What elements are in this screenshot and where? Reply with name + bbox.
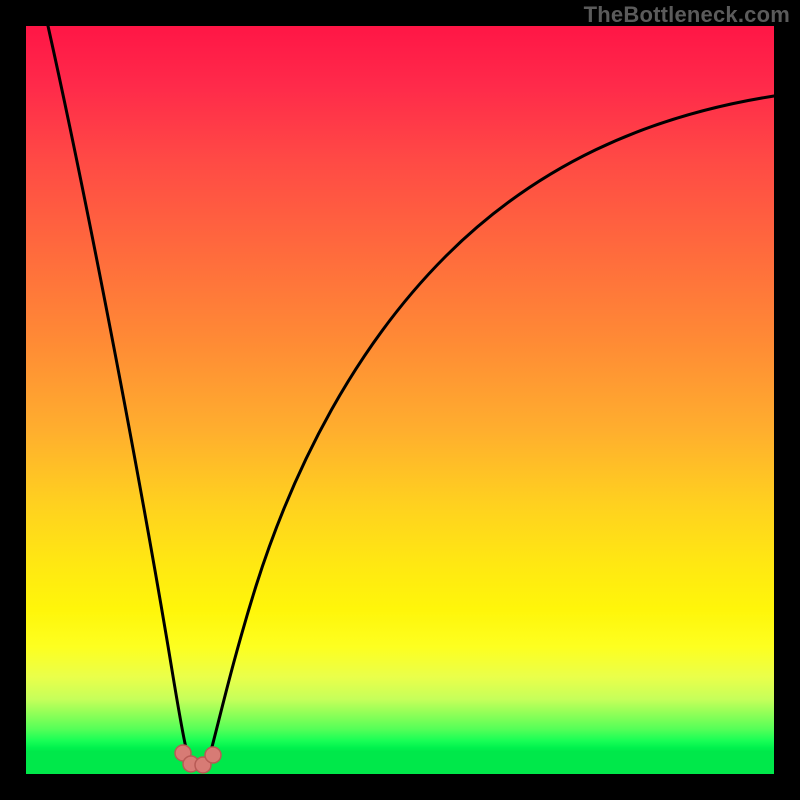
chart-frame: TheBottleneck.com [0, 0, 800, 800]
curve-left-branch [48, 26, 189, 759]
valley-markers [175, 745, 221, 773]
chart-curves [26, 26, 774, 774]
chart-plot-area [26, 26, 774, 774]
curve-right-branch [208, 96, 774, 762]
attribution-label: TheBottleneck.com [584, 4, 790, 26]
marker-dot [205, 747, 221, 763]
